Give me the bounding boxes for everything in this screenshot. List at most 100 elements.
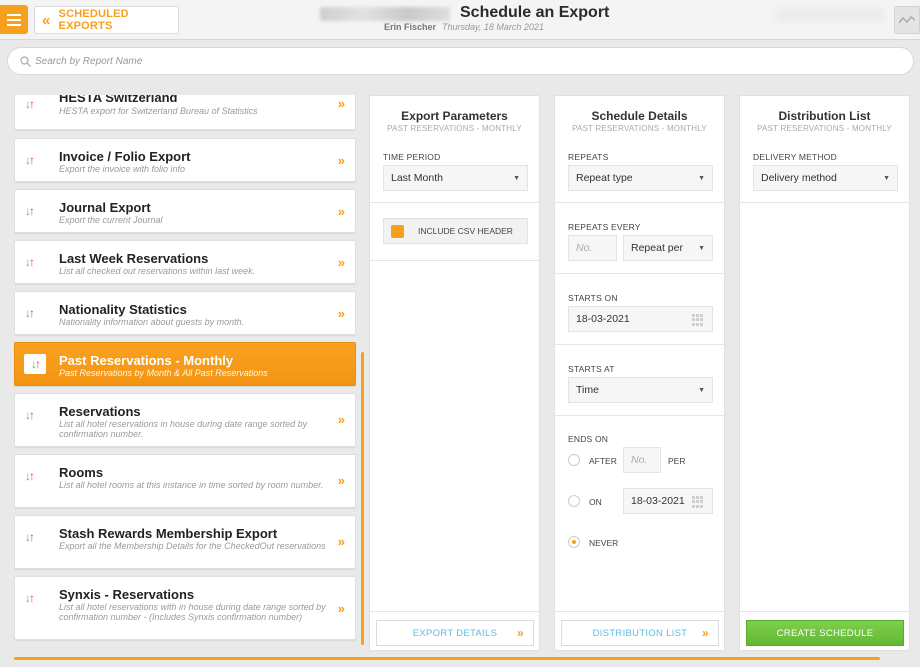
chevron-right-icon: » [337,412,345,427]
report-item-hesta-switzerland[interactable]: ↓↑ HESTA Switzerland HESTA export for Sw… [14,95,356,130]
ends-never-radio[interactable] [568,536,580,548]
calendar-icon [692,496,705,508]
time-period-select[interactable]: Last Month ▼ [383,165,528,191]
time-period-value: Last Month [391,172,443,184]
repeat-per-value: Repeat per [631,242,683,254]
divider [740,202,911,203]
report-description: List all hotel rooms at this instance in… [59,480,324,490]
report-item-stash-rewards-membership-export[interactable]: ↓↑ Stash Rewards Membership Export Expor… [14,515,356,569]
dropdown-caret-icon: ▼ [513,175,520,182]
report-description: List all hotel reservations with in hous… [59,602,326,622]
after-label: AFTER [589,456,617,466]
after-number-input[interactable]: No. [623,447,661,473]
repeats-label: REPEATS [568,152,609,162]
search-bar[interactable] [7,47,914,75]
chevron-right-icon: » [337,204,345,219]
repeats-every-number-input[interactable]: No. [568,235,617,261]
panel-subtitle: PAST RESERVATIONS - MONTHLY [757,124,892,133]
number-placeholder: No. [576,242,593,254]
report-title: Invoice / Folio Export [59,149,191,164]
report-item-synxis-reservations[interactable]: ↓↑ Synxis - Reservations List all hotel … [14,576,356,640]
import-export-arrows-icon: ↓↑ [25,591,35,605]
import-export-arrows-icon: ↓↑ [25,255,35,269]
report-description: Export the current Journal [59,215,163,225]
panel-title: Export Parameters [401,109,508,123]
report-description: List all checked out reservations within… [59,266,256,276]
search-input[interactable] [35,55,635,67]
ends-on-value: 18-03-2021 [631,495,685,507]
list-scrollbar[interactable] [361,352,364,645]
divider [555,344,726,345]
divider [370,611,541,612]
activity-button[interactable] [894,6,920,34]
import-export-arrows-icon: ↓↑ [25,153,35,167]
report-description: HESTA export for Switzerland Bureau of S… [59,106,258,116]
starts-on-date-input[interactable]: 18-03-2021 [568,306,713,332]
distribution-list-button[interactable]: DISTRIBUTION LIST » [561,620,719,646]
user-name: Erin Fischer [384,22,437,32]
horizontal-scrollbar[interactable] [14,657,880,660]
button-label: EXPORT DETAILS [412,627,498,639]
top-header: « SCHEDULED EXPORTS Schedule an Export E… [0,0,920,40]
import-export-arrows-icon: ↓↑ [25,306,35,320]
ends-after-radio[interactable] [568,454,580,466]
delivery-method-value: Delivery method [761,172,837,184]
create-schedule-button[interactable]: CREATE SCHEDULE [746,620,904,646]
report-item-last-week-reservations[interactable]: ↓↑ Last Week Reservations List all check… [14,240,356,284]
report-description: Past Reservations by Month & All Past Re… [59,368,268,378]
repeat-type-select[interactable]: Repeat type ▼ [568,165,713,191]
ends-on-label: ENDS ON [568,434,609,444]
blurred-logo [320,7,450,21]
panel-title: Schedule Details [591,109,688,123]
panel-header: Export Parameters PAST RESERVATIONS - MO… [370,96,539,133]
menu-line [7,13,21,16]
delivery-method-select[interactable]: Delivery method ▼ [753,165,898,191]
include-csv-header-checkbox[interactable]: INCLUDE CSV HEADER [383,218,528,244]
starts-on-value: 18-03-2021 [576,313,630,325]
double-chevron-left-icon: « [42,11,51,29]
report-item-invoice-folio-export[interactable]: ↓↑ Invoice / Folio Export Export the inv… [14,138,356,182]
chevron-right-icon: » [337,255,345,270]
report-title: HESTA Switzerland [59,95,178,105]
back-to-scheduled-exports-button[interactable]: « SCHEDULED EXPORTS [34,6,179,34]
menu-line [7,23,21,26]
repeat-per-select[interactable]: Repeat per ▼ [623,235,713,261]
import-export-arrows-icon: ↓↑ [25,530,35,544]
export-details-button[interactable]: EXPORT DETAILS » [376,620,534,646]
hamburger-menu-button[interactable] [0,5,28,34]
dropdown-caret-icon: ▼ [698,175,705,182]
never-label: NEVER [589,538,619,548]
report-title: Nationality Statistics [59,302,187,317]
divider [555,202,726,203]
import-export-arrows-icon: ↓↑ [25,469,35,483]
report-item-journal-export[interactable]: ↓↑ Journal Export Export the current Jou… [14,189,356,233]
delivery-method-label: DELIVERY METHOD [753,152,837,162]
ends-on-date-radio[interactable] [568,495,580,507]
report-description: Export the invoice with folio info [59,164,186,174]
double-chevron-right-icon: » [702,626,709,640]
report-item-reservations[interactable]: ↓↑ Reservations List all hotel reservati… [14,393,356,447]
import-export-arrows-icon: ↓↑ [25,408,35,422]
report-item-nationality-statistics[interactable]: ↓↑ Nationality Statistics Nationality in… [14,291,356,335]
panel-subtitle: PAST RESERVATIONS - MONTHLY [572,124,707,133]
ends-on-date-input[interactable]: 18-03-2021 [623,488,713,514]
back-button-label: SCHEDULED EXPORTS [58,8,129,32]
report-item-past-reservations-monthly[interactable]: ↓↑ Past Reservations - Monthly Past Rese… [14,342,356,386]
dropdown-caret-icon: ▼ [698,387,705,394]
time-period-label: TIME PERIOD [383,152,441,162]
report-title: Reservations [59,404,141,419]
starts-at-time-select[interactable]: Time ▼ [568,377,713,403]
report-description: List all hotel reservations in house dur… [59,419,308,439]
checkbox-checked-icon [391,224,404,238]
schedule-details-panel: Schedule Details PAST RESERVATIONS - MON… [554,95,726,651]
panel-header: Schedule Details PAST RESERVATIONS - MON… [555,96,724,133]
search-icon [20,55,31,67]
report-title: Last Week Reservations [59,251,209,266]
checkbox-label: INCLUDE CSV HEADER [418,226,513,236]
per-label: PER [668,456,686,466]
divider [555,415,726,416]
import-export-arrows-icon: ↓↑ [24,354,46,374]
report-item-rooms[interactable]: ↓↑ Rooms List all hotel rooms at this in… [14,454,356,508]
activity-chart-icon [899,15,915,24]
on-label: ON [589,497,602,507]
